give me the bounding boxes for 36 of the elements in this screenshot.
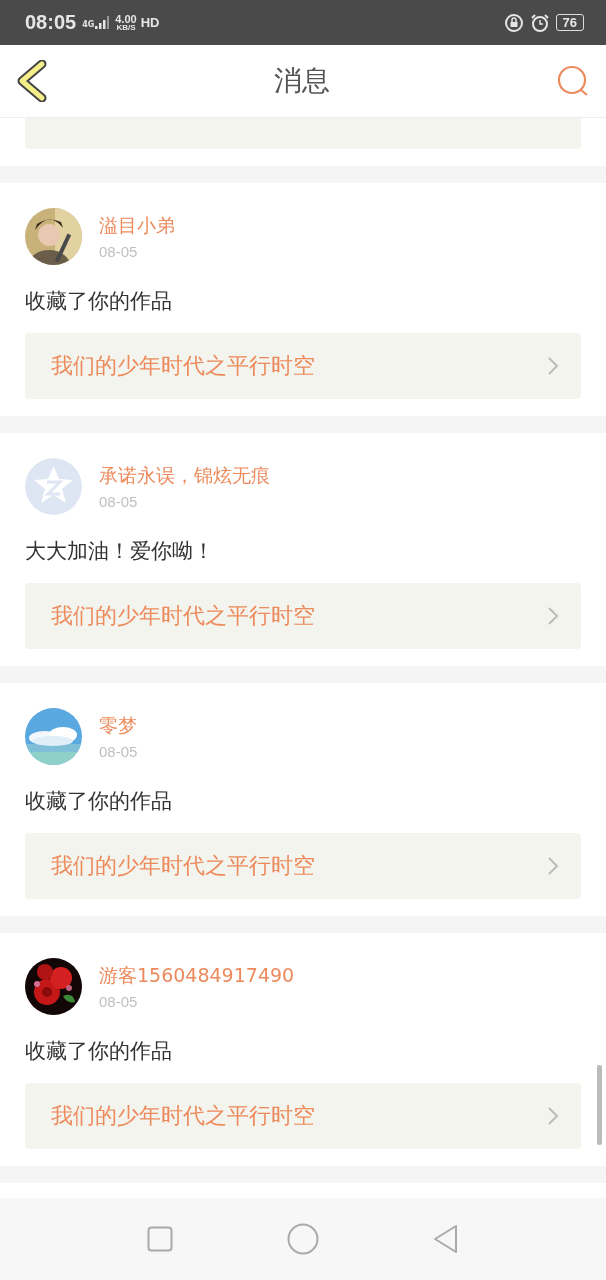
work-link[interactable]: 我们的少年时代之平行时空 — [25, 833, 581, 899]
message-date: 08-05 — [99, 493, 139, 510]
alarm-icon — [529, 12, 550, 33]
status-time: 08:05 — [25, 11, 77, 34]
user-name[interactable]: 零梦 — [99, 713, 138, 739]
chevron-icon — [547, 356, 559, 376]
message-text: 收藏了你的作品 — [25, 1038, 173, 1065]
rotation-lock-icon — [503, 12, 524, 33]
default-avatar-icon — [25, 458, 82, 515]
message-text: 大大加油！爱你呦！ — [25, 538, 215, 565]
work-link[interactable]: 我们的少年时代之平行时空 — [25, 333, 581, 399]
message-text: 收藏了你的作品 — [25, 788, 173, 815]
message-date: 08-05 — [99, 243, 139, 260]
user-name[interactable]: 溢目小弟 — [99, 213, 175, 239]
chevron-icon — [547, 856, 559, 876]
hd-indicator: HD — [140, 15, 160, 30]
work-link[interactable]: 我们的少年时代之平行时空 — [25, 1083, 581, 1149]
signal-icon — [95, 16, 110, 29]
message-date: 08-05 — [99, 993, 139, 1010]
speed-unit: KB/S — [116, 23, 136, 32]
network-speed: 4.00 — [115, 13, 137, 24]
chevron-icon — [547, 606, 559, 626]
message-text: 收藏了你的作品 — [25, 288, 173, 315]
home-button[interactable] — [287, 1223, 319, 1255]
user-name[interactable]: 承诺永误，锦炫无痕 — [99, 463, 270, 489]
page-title: 消息 — [274, 63, 330, 99]
work-link[interactable]: 我们的少年时代之平行时空 — [25, 583, 581, 649]
network-type: 4G — [82, 21, 95, 29]
recent-apps-button[interactable] — [147, 1226, 173, 1252]
back-button[interactable] — [433, 1224, 459, 1254]
chevron-icon — [547, 1106, 559, 1126]
search-icon[interactable] — [556, 64, 590, 98]
battery-indicator: 76 — [555, 14, 584, 31]
message-date: 08-05 — [99, 743, 138, 760]
user-name[interactable]: 游客1560484917490 — [99, 963, 295, 989]
back-icon[interactable] — [16, 60, 48, 102]
